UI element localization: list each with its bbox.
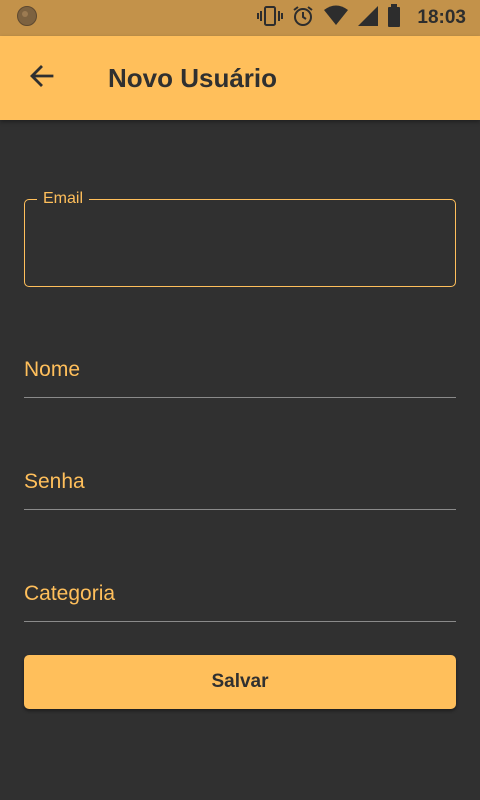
save-button[interactable]: Salvar	[24, 655, 456, 709]
wifi-icon	[323, 5, 349, 32]
nome-input[interactable]	[24, 358, 456, 390]
categoria-input[interactable]	[24, 582, 456, 614]
signal-icon	[357, 5, 379, 32]
alarm-icon	[291, 4, 315, 33]
nome-field[interactable]: Nome	[24, 332, 456, 398]
page-title: Novo Usuário	[108, 62, 278, 93]
vibrate-icon	[257, 5, 284, 32]
notification-dot-icon	[16, 5, 38, 32]
status-time: 18:03	[417, 7, 466, 28]
battery-icon	[387, 3, 401, 33]
email-label: Email	[37, 190, 90, 208]
senha-input[interactable]	[24, 470, 456, 502]
categoria-field[interactable]: Categoria	[24, 556, 456, 622]
back-button[interactable]	[18, 54, 66, 102]
arrow-back-icon	[28, 62, 56, 95]
senha-field[interactable]: Senha	[24, 444, 456, 510]
email-input[interactable]	[39, 230, 441, 262]
user-form: Email Nome Senha Categoria Salvar	[24, 190, 456, 709]
app-bar: Novo Usuário	[0, 36, 480, 120]
status-bar: 18:03	[0, 0, 480, 36]
email-field[interactable]: Email	[24, 190, 456, 287]
